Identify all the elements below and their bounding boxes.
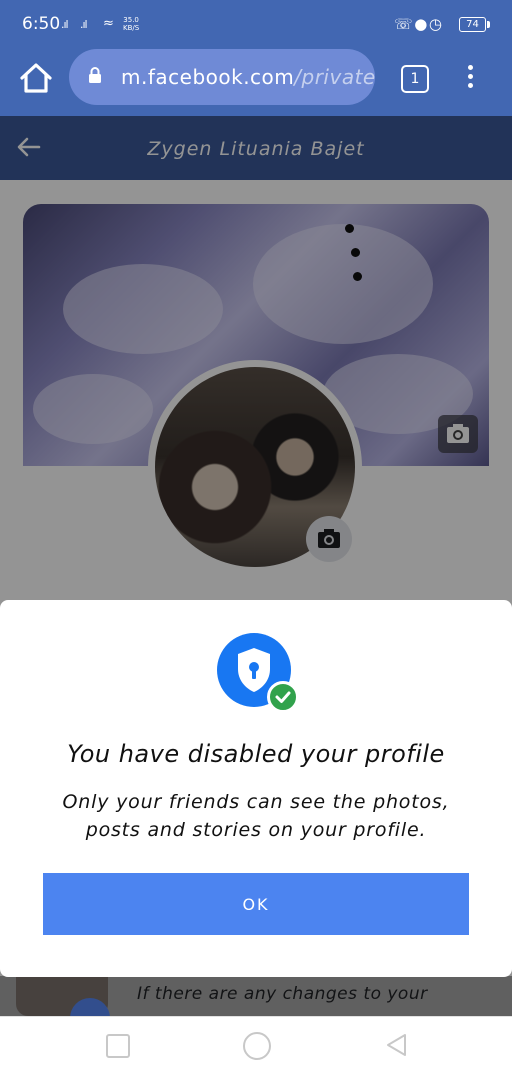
url-text: m.facebook.com/private: [121, 65, 376, 89]
wifi-icon: ≈: [103, 16, 114, 31]
more-vert-icon[interactable]: [463, 62, 477, 92]
dialog-title: You have disabled your profile: [67, 740, 445, 768]
signal-icon: .ıl: [80, 18, 88, 31]
dialog-message: Only your friends can see the photos, po…: [62, 791, 450, 841]
network-speed: 35.0 KB/S: [123, 16, 140, 32]
circle-icon[interactable]: [243, 1032, 271, 1060]
ok-button[interactable]: OK: [43, 873, 469, 935]
status-icons: ☏ ● ◷: [394, 15, 442, 33]
square-icon[interactable]: [106, 1034, 130, 1058]
triangle-back-icon[interactable]: [384, 1032, 408, 1058]
lock-icon: [89, 67, 101, 83]
status-time: 6:50: [22, 14, 61, 34]
home-icon[interactable]: [16, 58, 56, 98]
signal-icon: .ıl: [61, 18, 69, 31]
url-bar[interactable]: m.facebook.com/private: [69, 49, 375, 105]
tabs-icon[interactable]: 1: [401, 65, 429, 93]
dim-overlay: [0, 976, 512, 1016]
status-bar: 6:50 .ıl .ıl ≈ 35.0 KB/S ☏ ● ◷ 74: [0, 0, 512, 50]
check-icon: [267, 681, 299, 713]
battery-icon: 74: [459, 17, 490, 32]
